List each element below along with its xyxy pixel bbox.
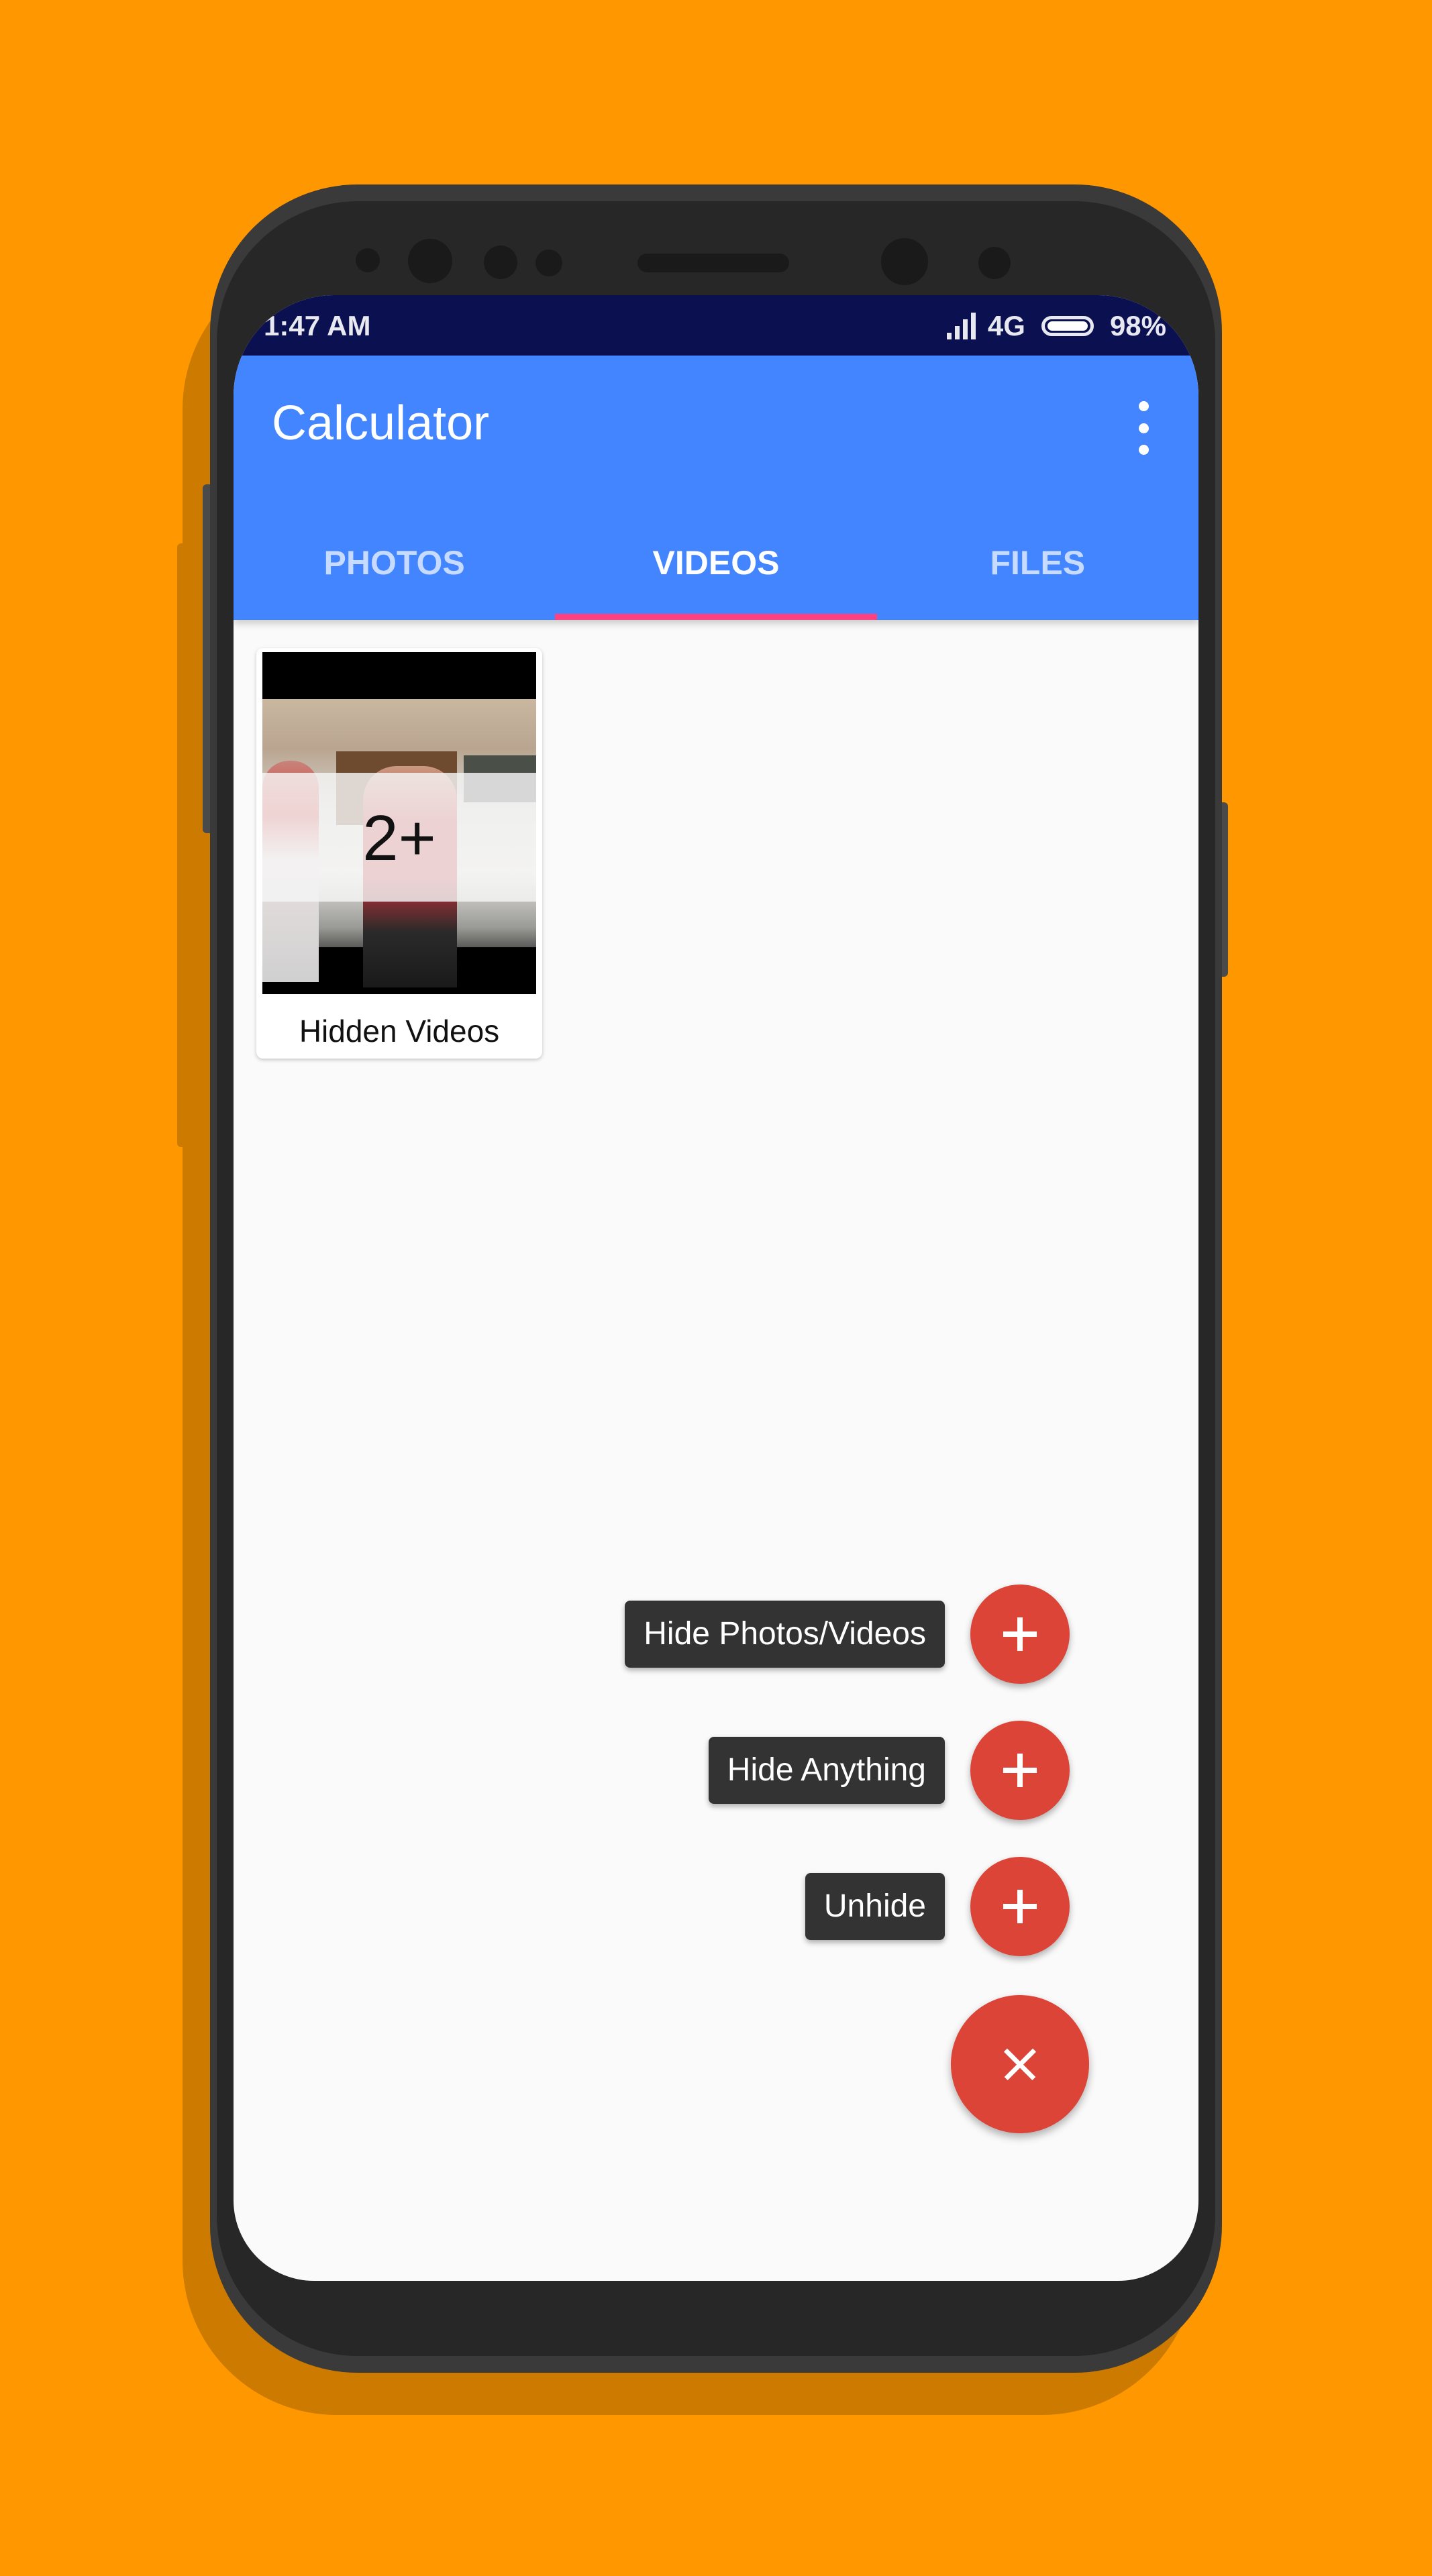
tab-label: PHOTOS [323,544,465,582]
earpiece-speaker [637,254,789,272]
fab-label[interactable]: Hide Anything [708,1737,945,1804]
plus-icon [1003,1890,1037,1923]
tab-photos[interactable]: PHOTOS [234,513,555,620]
folder-card-hidden-videos[interactable]: 2+ Hidden Videos [256,648,542,1059]
close-icon [999,2043,1041,2085]
led-indicator [535,250,562,276]
hide-anything-button[interactable] [970,1721,1070,1820]
status-bar: 1:47 AM 4G 98% [234,295,1198,356]
light-sensor [484,246,517,279]
plus-icon [1003,1617,1037,1651]
network-type: 4G [987,310,1025,341]
front-camera-icon [881,238,928,285]
iris-scanner [408,239,452,283]
more-vert-icon[interactable] [1130,401,1157,455]
folder-label: Hidden Videos [299,1014,500,1049]
tab-videos[interactable]: VIDEOS [555,513,877,620]
fab-item-hide-anything[interactable]: Hide Anything [708,1721,1070,1820]
app-title: Calculator [272,396,490,450]
app-bar: Calculator PHOTOS VIDEOS FILES [234,356,1198,620]
tab-label: FILES [990,544,1086,582]
battery-percent: 98% [1109,310,1166,341]
iris-camera [978,247,1011,279]
unhide-button[interactable] [970,1857,1070,1956]
tab-indicator [555,614,877,620]
close-fab-button[interactable] [951,1995,1089,2133]
tab-files[interactable]: FILES [877,513,1198,620]
plus-icon [1003,1754,1037,1787]
video-thumbnail: 2+ [262,652,536,994]
tab-label: VIDEOS [652,544,780,582]
hide-photos-videos-button[interactable] [970,1585,1070,1684]
fab-item-hide-photos-videos[interactable]: Hide Photos/Videos [625,1585,1070,1684]
proximity-sensor [356,248,380,272]
fab-item-unhide[interactable]: Unhide [805,1857,1070,1956]
status-icons: 4G 98% [946,310,1166,342]
tab-bar: PHOTOS VIDEOS FILES [234,513,1198,620]
fab-label[interactable]: Unhide [805,1873,945,1940]
status-time: 1:47 AM [264,310,371,341]
screen: 1:47 AM 4G 98% Calculator PHOTOS VIDEOS … [234,295,1198,2281]
signal-icon [946,313,976,339]
count-overlay: 2+ [262,773,536,902]
fab-label[interactable]: Hide Photos/Videos [625,1601,945,1668]
battery-icon [1041,316,1094,336]
item-count: 2+ [362,802,436,874]
